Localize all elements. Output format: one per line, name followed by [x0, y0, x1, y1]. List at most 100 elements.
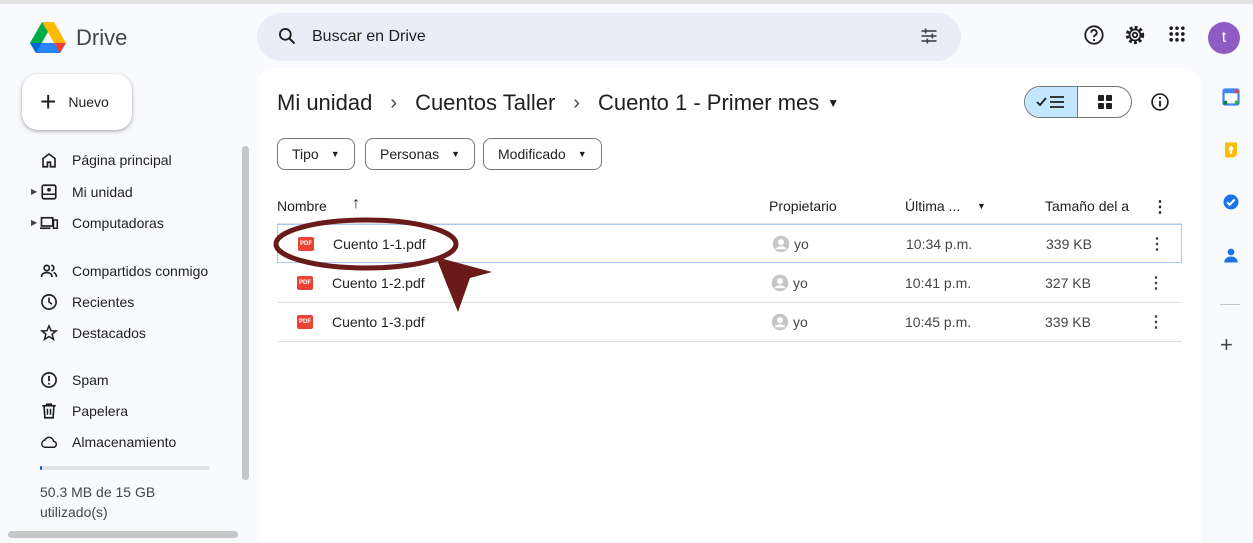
new-button[interactable]: + Nuevo: [22, 74, 132, 130]
list-view-button[interactable]: [1025, 87, 1079, 117]
file-size: 327 KB: [1045, 275, 1091, 291]
table-row[interactable]: PDF Cuento 1-1.pdf yo 10:34 p.m. 339 KB …: [277, 224, 1182, 263]
storage-meter-fill: [40, 466, 42, 470]
owner-avatar-icon: [771, 274, 789, 292]
sort-menu-caret-icon[interactable]: ▼: [977, 201, 986, 211]
avatar[interactable]: t: [1208, 22, 1240, 54]
top-edge: [0, 0, 1253, 4]
clock-icon: [41, 294, 57, 310]
table-row[interactable]: PDF Cuento 1-2.pdf yo 10:41 p.m. 327 KB …: [277, 264, 1182, 303]
computer-icon: [40, 216, 58, 230]
new-button-label: Nuevo: [68, 94, 109, 110]
breadcrumb-item-current-folder[interactable]: Cuento 1 - Primer mes: [598, 90, 819, 116]
view-toggle: [1024, 86, 1132, 118]
tasks-icon[interactable]: [1222, 193, 1240, 211]
chevron-down-icon: ▼: [330, 149, 340, 159]
sidebar-item-trash[interactable]: Papelera: [0, 396, 240, 426]
filter-people-chip[interactable]: Personas ▼: [365, 138, 476, 170]
column-header-name[interactable]: Nombre: [277, 198, 327, 214]
grid-icon: [1097, 95, 1112, 109]
sidebar-item-label: Almacenamiento: [72, 434, 177, 450]
settings-icon[interactable]: [1124, 24, 1146, 46]
horizontal-scrollbar[interactable]: [8, 531, 238, 538]
apps-icon[interactable]: [1167, 24, 1187, 44]
pdf-file-icon: PDF: [297, 315, 313, 329]
chevron-down-icon: ▼: [451, 149, 461, 159]
breadcrumb-separator-icon: ›: [390, 91, 398, 114]
storage-usage-text: 50.3 MB de 15 GB utilizado(s): [40, 484, 156, 520]
grid-view-button[interactable]: [1078, 87, 1131, 117]
sidebar-item-label: Computadoras: [72, 215, 164, 231]
sidebar-item-computers[interactable]: ▶ Computadoras: [0, 208, 240, 238]
drive-logo-icon: [30, 22, 66, 53]
sidebar-item-shared[interactable]: Compartidos conmigo: [0, 256, 240, 286]
drive-logo[interactable]: Drive: [30, 22, 127, 54]
sidebar-item-storage[interactable]: Almacenamiento: [0, 427, 240, 457]
info-icon[interactable]: [1150, 92, 1170, 112]
sidebar-item-home[interactable]: Página principal: [0, 145, 240, 175]
sidebar-item-label: Recientes: [72, 294, 135, 310]
column-options-icon[interactable]: ⋮: [1152, 197, 1168, 217]
breadcrumb-separator-icon: ›: [573, 91, 580, 114]
file-size: 339 KB: [1046, 236, 1092, 252]
contacts-icon[interactable]: [1222, 246, 1240, 264]
table-row[interactable]: PDF Cuento 1-3.pdf yo 10:45 p.m. 339 KB …: [277, 303, 1182, 342]
storage-meter: [40, 466, 210, 470]
filter-type-chip[interactable]: Tipo ▼: [277, 138, 355, 170]
filter-chip-label: Modificado: [498, 146, 566, 162]
sidebar-item-spam[interactable]: Spam: [0, 365, 240, 395]
sort-up-arrow-icon[interactable]: ↑: [352, 195, 360, 213]
file-owner: yo: [793, 275, 808, 291]
shared-icon: [40, 264, 58, 278]
file-name[interactable]: Cuento 1-2.pdf: [332, 275, 425, 291]
filter-modified-chip[interactable]: Modificado ▼: [483, 138, 602, 170]
file-modified: 10:34 p.m.: [906, 236, 973, 252]
sidebar-item-label: Página principal: [72, 152, 172, 168]
my-drive-icon: [41, 184, 57, 200]
breadcrumb-item-cuentos-taller[interactable]: Cuentos Taller: [415, 90, 555, 116]
file-owner: yo: [793, 314, 808, 330]
search-bar[interactable]: Buscar en Drive: [257, 13, 961, 61]
more-actions-icon[interactable]: ⋮: [1148, 273, 1164, 293]
breadcrumb-item-my-drive[interactable]: Mi unidad: [277, 90, 372, 116]
chevron-down-icon: ▼: [577, 149, 587, 159]
file-name[interactable]: Cuento 1-3.pdf: [332, 314, 425, 330]
expand-caret-icon[interactable]: ▶: [31, 187, 37, 196]
file-owner: yo: [794, 236, 809, 252]
spam-icon: [41, 372, 57, 388]
plus-icon: +: [40, 86, 57, 117]
sidebar-item-recent[interactable]: Recientes: [0, 287, 240, 317]
filter-chip-label: Tipo: [292, 146, 319, 162]
search-icon[interactable]: [277, 26, 297, 46]
file-name[interactable]: Cuento 1-1.pdf: [333, 236, 426, 252]
file-size: 339 KB: [1045, 314, 1091, 330]
calendar-icon[interactable]: [1222, 88, 1240, 106]
column-header-owner[interactable]: Propietario: [769, 198, 837, 214]
add-addon-icon[interactable]: +: [1220, 332, 1233, 358]
check-list-icon: [1036, 96, 1064, 108]
side-panel-divider: [1220, 304, 1240, 305]
app-name: Drive: [76, 25, 128, 50]
sidebar-item-label: Destacados: [72, 325, 146, 341]
help-icon[interactable]: [1083, 24, 1105, 46]
column-header-modified[interactable]: Última ...: [905, 198, 960, 214]
sidebar-item-label: Compartidos conmigo: [72, 263, 209, 279]
more-actions-icon[interactable]: ⋮: [1148, 312, 1164, 332]
sidebar-scrollbar[interactable]: [242, 146, 249, 480]
sidebar-item-starred[interactable]: Destacados: [0, 318, 240, 348]
keep-icon[interactable]: [1222, 141, 1240, 159]
search-input[interactable]: Buscar en Drive: [312, 28, 426, 46]
breadcrumb: Mi unidad › Cuentos Taller › Cuento 1 - …: [277, 90, 839, 116]
trash-icon: [42, 403, 56, 419]
star-icon: [40, 324, 58, 342]
column-header-size[interactable]: Tamaño del a: [1045, 198, 1129, 214]
expand-caret-icon[interactable]: ▶: [31, 218, 37, 227]
filter-chip-label: Personas: [380, 146, 440, 162]
pdf-file-icon: PDF: [297, 276, 313, 290]
table-header: Nombre ↑ Propietario Última ... ▼ Tamaño…: [277, 188, 1182, 224]
more-actions-icon[interactable]: ⋮: [1149, 234, 1165, 254]
folder-menu-caret-icon[interactable]: ▼: [827, 96, 839, 110]
search-options-icon[interactable]: [919, 26, 939, 46]
main-panel: Mi unidad › Cuentos Taller › Cuento 1 - …: [257, 68, 1201, 543]
sidebar-item-my-drive[interactable]: ▶ Mi unidad: [0, 177, 240, 207]
